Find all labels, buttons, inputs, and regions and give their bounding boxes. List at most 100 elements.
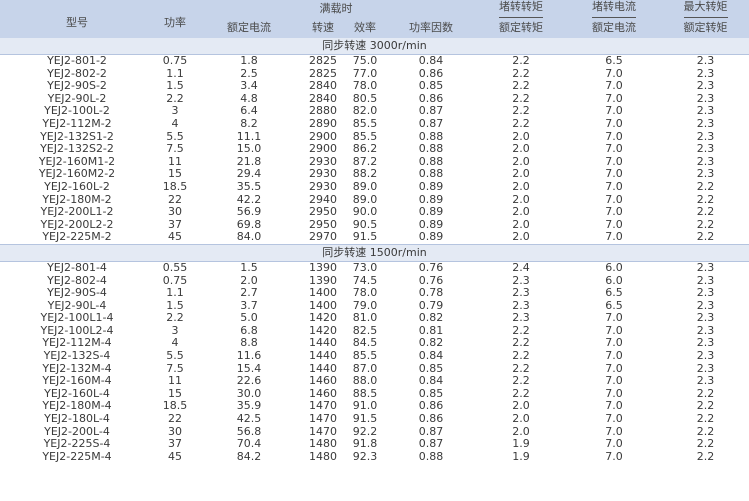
cell-efficiency: 92.3	[352, 450, 378, 463]
cell-speed: 2970	[309, 231, 337, 244]
cell-max-torque-ratio: 2.3	[696, 274, 715, 287]
cell-locked-current-ratio: 7.0	[605, 312, 623, 325]
cell-rated-current: 84.0	[236, 231, 262, 244]
cell-max-torque-ratio: 2.3	[696, 92, 715, 105]
cell-locked-current-ratio: 7.0	[605, 206, 623, 219]
table-row: YEJ2-90L-2 2.2 4.8 2840 80.5 0.86 2.2 7.0 2.3	[0, 93, 749, 106]
cell-locked-torque-ratio: 2.0	[512, 193, 530, 206]
cell-locked-current-ratio: 7.0	[605, 438, 623, 451]
cell-rated-current: 11.6	[236, 350, 262, 363]
cell-max-torque-ratio: 2.3	[696, 155, 715, 168]
cell-power: 45	[168, 231, 182, 244]
cell-model: YEJ2-100L2-4	[40, 324, 114, 337]
header-locked-torque-label: 堵转转矩	[499, 1, 543, 18]
cell-locked-torque-ratio: 2.0	[512, 168, 530, 181]
cell-power-factor: 0.85	[418, 80, 444, 93]
cell-power: 22	[168, 193, 182, 206]
cell-rated-current: 35.9	[236, 400, 262, 413]
cell-rated-current: 6.8	[240, 324, 258, 337]
table-row: YEJ2-132S1-2 5.5 11.1 2900 85.5 0.88 2.0 7.0 2.3	[0, 131, 749, 144]
cell-efficiency: 90.0	[352, 206, 378, 219]
cell-locked-torque-ratio: 2.0	[512, 180, 530, 193]
cell-power: 30	[168, 206, 182, 219]
cell-locked-current-ratio: 6.5	[605, 299, 623, 312]
cell-power: 11	[168, 375, 182, 388]
cell-efficiency: 86.2	[352, 143, 378, 156]
cell-rated-current: 2.7	[240, 287, 258, 300]
cell-speed: 1480	[309, 450, 337, 463]
cell-locked-torque-ratio: 2.0	[512, 231, 530, 244]
cell-locked-current-ratio: 7.0	[605, 400, 623, 413]
cell-model: YEJ2-160M2-2	[38, 168, 116, 181]
cell-speed: 1390	[309, 274, 337, 287]
header-locked-torque-bottom: 额定转矩	[476, 19, 566, 38]
cell-power: 0.75	[162, 274, 188, 287]
cell-power-factor: 0.76	[418, 261, 444, 274]
cell-speed: 2900	[309, 130, 337, 143]
cell-locked-torque-ratio: 2.3	[512, 287, 530, 300]
cell-locked-torque-ratio: 2.0	[512, 143, 530, 156]
cell-efficiency: 78.0	[352, 80, 378, 93]
cell-speed: 2940	[309, 193, 337, 206]
cell-power: 15	[168, 387, 182, 400]
cell-power-factor: 0.89	[418, 180, 444, 193]
cell-rated-current: 69.8	[236, 218, 262, 231]
cell-locked-torque-ratio: 2.2	[512, 117, 530, 130]
cell-max-torque-ratio: 2.3	[696, 54, 715, 67]
cell-locked-current-ratio: 6.5	[605, 287, 623, 300]
cell-efficiency: 85.5	[352, 350, 378, 363]
cell-model: YEJ2-90S-2	[47, 80, 107, 93]
cell-power-factor: 0.88	[418, 168, 444, 181]
cell-max-torque-ratio: 2.2	[696, 193, 715, 206]
cell-model: YEJ2-180M-2	[42, 193, 112, 206]
table-row: YEJ2-160L-2 18.5 35.5 2930 89.0 0.89 2.0 7.0 2.2	[0, 181, 749, 194]
cell-efficiency: 80.5	[352, 92, 378, 105]
cell-max-torque-ratio: 2.3	[696, 362, 715, 375]
cell-power: 2.2	[166, 312, 184, 325]
table-row: YEJ2-802-2 1.1 2.5 2825 77.0 0.86 2.2 7.0 2.3	[0, 68, 749, 81]
cell-locked-current-ratio: 7.0	[605, 155, 623, 168]
cell-model: YEJ2-802-4	[47, 274, 107, 287]
cell-efficiency: 88.2	[352, 168, 378, 181]
cell-locked-torque-ratio: 2.2	[512, 337, 530, 350]
cell-locked-current-ratio: 7.0	[605, 218, 623, 231]
cell-speed: 2840	[309, 80, 337, 93]
cell-locked-current-ratio: 7.0	[605, 425, 623, 438]
cell-locked-current-ratio: 7.0	[605, 143, 623, 156]
table-row: YEJ2-90S-4 1.1 2.7 1400 78.0 0.78 2.3 6.5 2.3	[0, 287, 749, 300]
cell-max-torque-ratio: 2.3	[696, 130, 715, 143]
cell-power-factor: 0.89	[418, 218, 444, 231]
table-row: YEJ2-802-4 0.75 2.0 1390 74.5 0.76 2.3 6.0 2.3	[0, 275, 749, 288]
cell-locked-torque-ratio: 2.2	[512, 350, 530, 363]
cell-max-torque-ratio: 2.3	[696, 299, 715, 312]
cell-efficiency: 85.5	[352, 117, 378, 130]
cell-locked-current-ratio: 7.0	[605, 375, 623, 388]
cell-speed: 2930	[309, 180, 337, 193]
cell-rated-current: 5.0	[240, 312, 258, 325]
cell-efficiency: 81.0	[352, 312, 378, 325]
header-locked-torque-top: 堵转转矩	[476, 0, 566, 19]
table-row: YEJ2-90S-2 1.5 3.4 2840 78.0 0.85 2.2 7.0 2.3	[0, 80, 749, 93]
cell-model: YEJ2-801-2	[47, 54, 107, 67]
header-locked-current-bottom: 额定电流	[566, 19, 662, 38]
cell-speed: 1440	[309, 362, 337, 375]
table-row: YEJ2-132S2-2 7.5 15.0 2900 86.2 0.88 2.0 7.0 2.3	[0, 143, 749, 156]
header-efficiency: 效率	[344, 19, 386, 38]
cell-power: 1.5	[166, 299, 184, 312]
cell-locked-current-ratio: 7.0	[605, 362, 623, 375]
cell-efficiency: 85.5	[352, 130, 378, 143]
cell-max-torque-ratio: 2.2	[696, 387, 715, 400]
table-row: YEJ2-100L1-4 2.2 5.0 1420 81.0 0.82 2.3 7.0 2.3	[0, 312, 749, 325]
cell-locked-current-ratio: 7.0	[605, 80, 623, 93]
cell-power: 37	[168, 438, 182, 451]
cell-speed: 1420	[309, 312, 337, 325]
cell-locked-current-ratio: 7.0	[605, 324, 623, 337]
cell-power: 1.1	[166, 287, 184, 300]
cell-power-factor: 0.87	[418, 438, 444, 451]
cell-efficiency: 89.0	[352, 180, 378, 193]
cell-locked-torque-ratio: 2.2	[512, 105, 530, 118]
cell-power: 15	[168, 168, 182, 181]
cell-speed: 2950	[309, 206, 337, 219]
cell-rated-current: 15.4	[236, 362, 262, 375]
cell-power-factor: 0.81	[418, 324, 444, 337]
